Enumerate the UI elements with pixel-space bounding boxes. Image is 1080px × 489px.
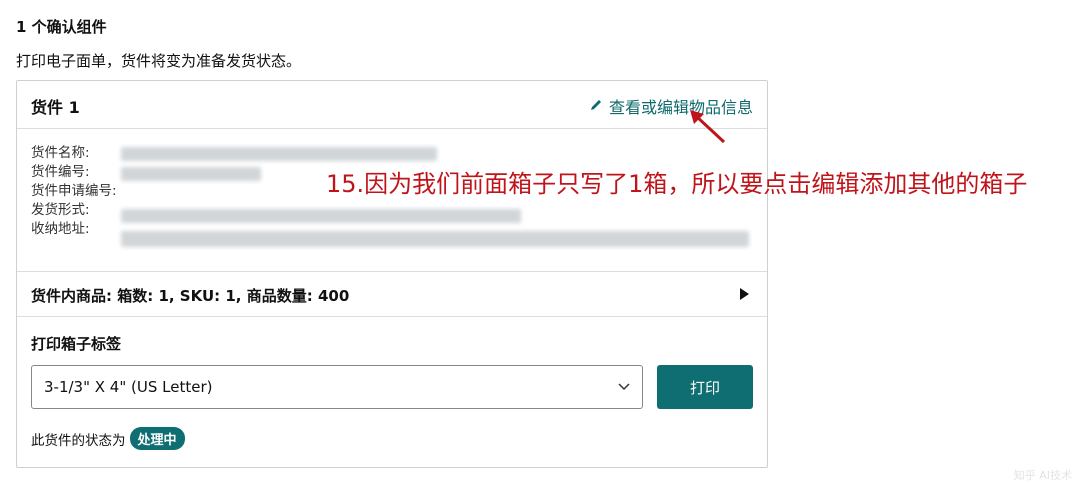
edit-items-label: 查看或编辑物品信息: [608, 98, 753, 117]
shipment-status: 此货件的状态为 处理中: [31, 427, 185, 450]
info-label-request-id: 货件申请编号:: [31, 183, 117, 199]
info-label-id: 货件编号:: [31, 164, 90, 180]
redacted-value: [121, 167, 261, 181]
shipment-contents-summary: 货件内商品: 箱数: 1, SKU: 1, 商品数量: 400: [31, 287, 350, 305]
triangle-right-icon: [740, 288, 749, 300]
label-format-value: 3-1/3" X 4" (US Letter): [44, 378, 213, 396]
status-prefix: 此货件的状态为: [31, 432, 126, 449]
print-labels-title: 打印箱子标签: [31, 335, 122, 353]
info-label-address: 收纳地址:: [31, 221, 90, 237]
shipment-title: 货件 1: [31, 98, 80, 117]
section-description: 打印电子面单，货件将变为准备发货状态。: [16, 52, 302, 70]
label-format-select[interactable]: 3-1/3" X 4" (US Letter): [31, 365, 643, 409]
shipment-contents-row[interactable]: 货件内商品: 箱数: 1, SKU: 1, 商品数量: 400: [17, 271, 767, 317]
section-title: 1 个确认组件: [16, 18, 107, 36]
redacted-value: [121, 209, 521, 223]
info-label-shipping-method: 发货形式:: [31, 202, 90, 218]
annotation-arrow: [690, 110, 726, 144]
chevron-down-icon: [618, 383, 630, 391]
pencil-icon: [589, 97, 603, 116]
redacted-value: [121, 147, 437, 161]
tutorial-annotation: 15.因为我们前面箱子只写了1箱，所以要点击编辑添加其他的箱子: [326, 170, 1028, 198]
shipment-card: 货件 1 查看或编辑物品信息 货件名称: 货件编号: 货件申请编号: 发货形式:…: [16, 80, 768, 468]
status-badge: 处理中: [129, 427, 185, 450]
info-label-name: 货件名称:: [31, 145, 90, 161]
shipment-header: 货件 1 查看或编辑物品信息: [17, 81, 767, 129]
redacted-value: [121, 231, 749, 247]
shipment-info-labels: 货件名称: 货件编号: 货件申请编号: 发货形式: 收纳地址:: [31, 144, 117, 239]
watermark: 知乎 AI技术: [1013, 469, 1072, 482]
print-button[interactable]: 打印: [657, 365, 753, 409]
